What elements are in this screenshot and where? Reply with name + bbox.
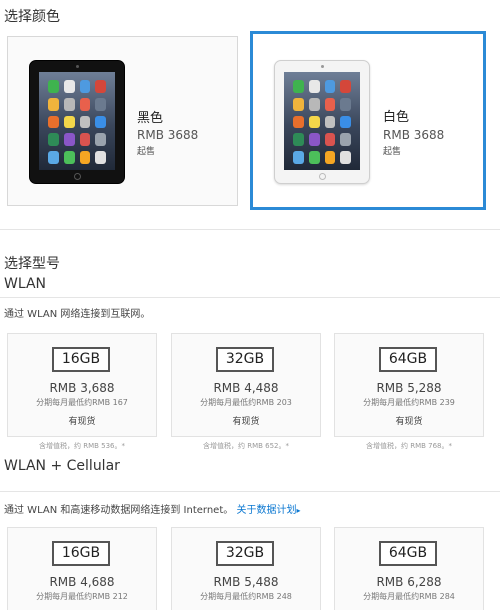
- capacity-label: 16GB: [52, 541, 110, 566]
- stock-status: 有现货: [395, 417, 423, 427]
- model-price: RMB 5,288: [376, 381, 442, 395]
- model-card-wlan-16gb[interactable]: 16GB RMB 3,688 分期每月最低约RMB 167 有现货: [7, 333, 157, 437]
- model-price: RMB 6,288: [376, 575, 442, 589]
- model-card-wlan-32gb[interactable]: 32GB RMB 4,488 分期每月最低约RMB 203 有现货: [171, 333, 321, 437]
- color-option-white[interactable]: 白色 RMB 3688 起售: [250, 31, 486, 210]
- model-card-cellular-32gb[interactable]: 32GB RMB 5,488 分期每月最低约RMB 248: [171, 527, 321, 610]
- divider: [0, 297, 500, 298]
- wlan-description: 通过 WLAN 网络连接到互联网。: [4, 309, 151, 320]
- capacity-label: 64GB: [379, 347, 437, 372]
- stock-status: 有现货: [68, 417, 96, 427]
- installment-text: 分期每月最低约RMB 239: [363, 398, 455, 407]
- model-price: RMB 4,688: [49, 575, 115, 589]
- color-price: RMB 3688: [383, 128, 445, 142]
- data-plan-link[interactable]: 关于数据计划▸: [236, 505, 300, 516]
- color-section-title: 选择颜色: [4, 9, 60, 25]
- installment-text: 分期每月最低约RMB 203: [200, 398, 292, 407]
- divider: [0, 491, 500, 492]
- installment-text: 分期每月最低约RMB 248: [200, 592, 292, 601]
- capacity-label: 32GB: [216, 541, 274, 566]
- model-card-cellular-64gb[interactable]: 64GB RMB 6,288 分期每月最低约RMB 284: [334, 527, 484, 610]
- ipad-black-image: [29, 60, 125, 184]
- divider: [0, 229, 500, 230]
- model-price: RMB 4,488: [213, 381, 279, 395]
- cellular-title: WLAN + Cellular: [4, 458, 120, 474]
- cellular-description: 通过 WLAN 和高速移动数据网络连接到 Internet。 关于数据计划▸: [4, 501, 300, 516]
- capacity-label: 16GB: [52, 347, 110, 372]
- color-name: 黑色: [137, 111, 164, 126]
- color-name: 白色: [383, 110, 410, 125]
- model-card-wlan-64gb[interactable]: 64GB RMB 5,288 分期每月最低约RMB 239 有现货: [334, 333, 484, 437]
- model-section-title: 选择型号: [4, 256, 60, 272]
- installment-text: 分期每月最低约RMB 167: [36, 398, 128, 407]
- capacity-label: 64GB: [379, 541, 437, 566]
- vat-note: 含增值税，约 RMB 652。*: [202, 442, 290, 450]
- model-card-cellular-16gb[interactable]: 16GB RMB 4,688 分期每月最低约RMB 212: [7, 527, 157, 610]
- model-price: RMB 3,688: [49, 381, 115, 395]
- installment-text: 分期每月最低约RMB 284: [363, 592, 455, 601]
- color-price-suffix: 起售: [137, 147, 156, 157]
- installment-text: 分期每月最低约RMB 212: [36, 592, 128, 601]
- color-price: RMB 3688: [137, 128, 199, 142]
- model-price: RMB 5,488: [213, 575, 279, 589]
- vat-note: 含增值税，约 RMB 536。*: [38, 442, 126, 450]
- ipad-white-image: [274, 60, 370, 184]
- color-option-black[interactable]: 黑色 RMB 3688 起售: [7, 36, 238, 206]
- stock-status: 有现货: [232, 417, 260, 427]
- capacity-label: 32GB: [216, 347, 274, 372]
- wlan-title: WLAN: [4, 276, 47, 292]
- chevron-right-icon: ▸: [296, 506, 301, 515]
- color-price-suffix: 起售: [383, 147, 402, 157]
- cellular-description-text: 通过 WLAN 和高速移动数据网络连接到 Internet。: [4, 505, 234, 516]
- vat-note: 含增值税，约 RMB 768。*: [365, 442, 453, 450]
